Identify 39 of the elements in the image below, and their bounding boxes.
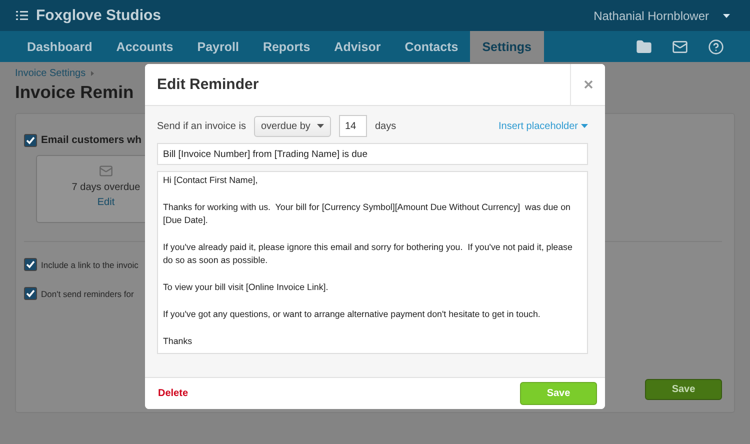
delete-link[interactable]: Delete [158,388,188,399]
caret-icon [581,124,588,128]
subject-field[interactable]: Bill [Invoice Number] from [Trading Name] is due [157,143,588,165]
caret-icon [316,124,324,128]
user-menu[interactable]: Nathanial Hornblower [594,8,715,22]
save-button[interactable]: Save [645,379,722,400]
nav-tab[interactable]: Settings [470,31,544,62]
organisation-name: Foxglove Studios [36,7,162,24]
checkbox-label: Email customers wh [41,135,142,146]
help-icon[interactable] [708,38,724,54]
edit-link[interactable]: Edit [97,197,115,208]
close-icon [584,80,592,89]
reminder-label: 7 days overdue [72,182,140,193]
folder-icon[interactable] [636,38,652,54]
nav-tab[interactable]: Payroll [185,31,251,62]
menu-icon[interactable] [16,11,28,20]
envelope-icon [99,164,113,178]
dialog-title: Edit Reminder [156,75,260,95]
nav-tab[interactable]: Reports [250,31,322,62]
chevron-right-icon [90,71,94,76]
message-field[interactable]: Hi [Contact First Name], Thanks for working with us. Your bill for [Currency Symbol][Amount Due Without Currency] was due on [Due Date]. If you've already paid it, please ignore this email and sorry for bothering you. If you've not paid it, please do so as soon as possible. To view your bill visit [Online Invoice Link]. If you've got any questions, or want to arrange alternative payment don't hesitate to get in touch. Thanks [157,171,588,354]
page-title: Invoice Remin [15,82,134,103]
checkbox[interactable] [24,258,37,271]
field-label: days [374,120,396,132]
breadcrumb-link[interactable]: Invoice Settings [15,68,86,79]
mail-icon[interactable] [672,38,688,54]
nav-tab[interactable]: Dashboard [15,31,104,62]
checkbox-label: Don't send reminders for [41,288,134,298]
checkbox[interactable] [24,134,37,147]
nav-tab[interactable]: Contacts [392,31,470,62]
condition-dropdown[interactable]: overdue by [254,116,331,136]
nav-tab[interactable]: Accounts [104,31,186,62]
checkbox-label: Include a link to the invoic [41,260,138,270]
field-label: Send if an invoice is [157,120,246,132]
days-field[interactable]: 14 [338,115,367,137]
caret-icon [723,14,730,18]
insert-placeholder-link[interactable]: Insert placeholder [498,120,588,132]
nav-tab[interactable]: Advisor [322,31,393,62]
checkbox[interactable] [24,287,37,300]
